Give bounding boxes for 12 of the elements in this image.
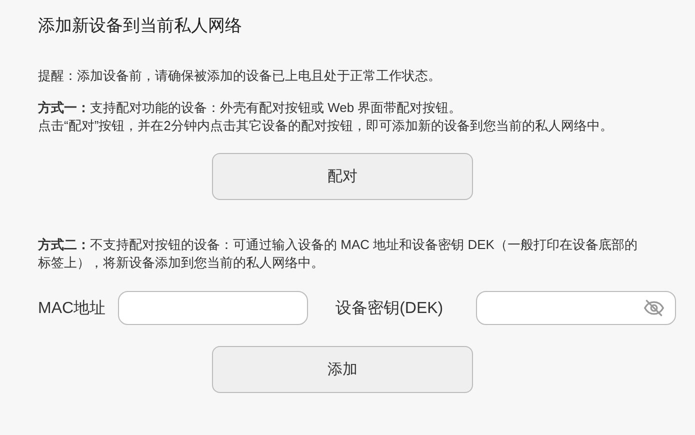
method-one-text: 点击“配对”按钮，并在2分钟内点击其它设备的配对按钮，即可添加新的设备到您当前的私人网络中。 [38, 117, 614, 135]
page-title: 添加新设备到当前私人网络 [38, 15, 243, 37]
input-field[interactable] [118, 291, 308, 325]
hint-text: 提醒：添加设备前，请确保被添加的设备已上电且处于正常工作状态。 [38, 67, 442, 85]
add-button[interactable]: 添加 [212, 346, 473, 393]
field-label: 设备密钥(DEK) [336, 298, 444, 318]
hidden-eye-icon[interactable] [643, 297, 666, 319]
pair-button[interactable]: 配对 [212, 153, 473, 200]
method-two-text: 方式二：不支持配对按钮的设备：可通过输入设备的 MAC 地址和设备密钥 DEK（一般打印在设备底部的标签上），将新设备添加到您当前的私人网络中。 [38, 236, 638, 272]
field-label: MAC地址 [38, 298, 106, 318]
method-one-heading: 方式一：支持配对功能的设备：外壳有配对按钮或 Web 界面带配对按钮。 [38, 99, 463, 117]
input-field[interactable] [476, 291, 676, 325]
